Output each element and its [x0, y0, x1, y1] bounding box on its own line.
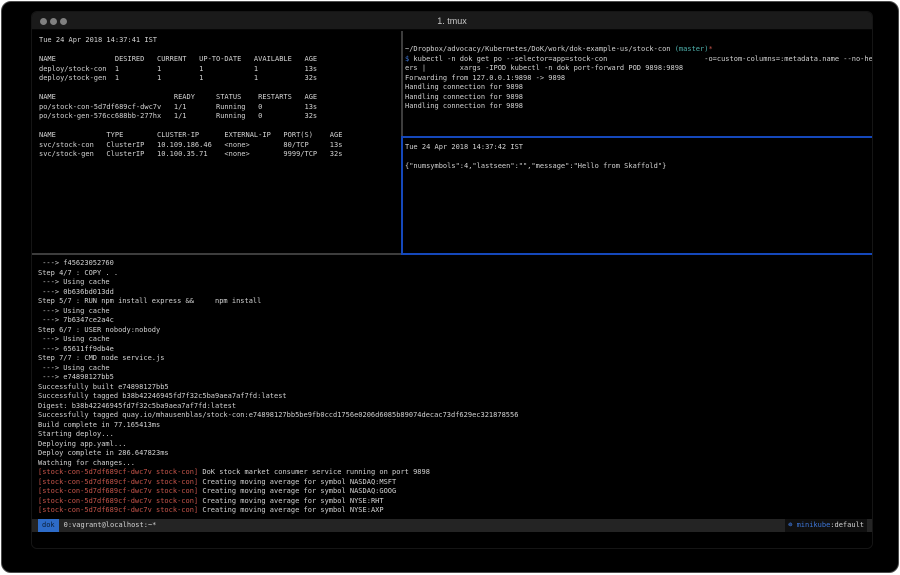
terminal-line: Successfully built e74898127bb5 [38, 383, 872, 393]
terminal-line: ---> Using cache [38, 364, 872, 374]
terminal-line: ---> Using cache [38, 278, 872, 288]
terminal-line: NAME TYPE CLUSTER-IP EXTERNAL-IP PORT(S)… [39, 131, 401, 141]
kube-namespace-label: :default [830, 521, 864, 529]
terminal-line: [stock-con-5d7df689cf-dwc7v stock-con] D… [38, 468, 872, 478]
terminal-line: [stock-con-5d7df689cf-dwc7v stock-con] C… [38, 506, 872, 516]
terminal-line: Step 5/7 : RUN npm install express && np… [38, 297, 872, 307]
pane-border-horizontal-inactive [32, 253, 401, 255]
pane-skaffold-build-log[interactable]: ---> f45623052760Step 4/7 : COPY . . ---… [32, 255, 872, 518]
screenshot-frame: 1. tmux Tue 24 Apr 2018 14:37:41 IST NAME… [1, 1, 899, 573]
terminal-line: svc/stock-con ClusterIP 10.109.186.46 <n… [39, 141, 401, 151]
terminal-line: po/stock-gen-576cc688bb-277hx 1/1 Runnin… [39, 112, 401, 122]
terminal-line: [stock-con-5d7df689cf-dwc7v stock-con] C… [38, 497, 872, 507]
terminal-line: Build complete in 77.165413ms [38, 421, 872, 431]
terminal-line: Step 6/7 : USER nobody:nobody [38, 326, 872, 336]
pane-border-horizontal-active-bottom [401, 253, 872, 255]
tmux-terminal: Tue 24 Apr 2018 14:37:41 IST NAME DESIRED… [32, 31, 872, 548]
terminal-line [39, 122, 401, 132]
terminal-line: Successfully tagged b38b42246945fd7f32c5… [38, 392, 872, 402]
pane-kubectl-resources[interactable]: Tue 24 Apr 2018 14:37:41 IST NAME DESIRED… [32, 31, 401, 253]
pane-border-horizontal-active-top [403, 136, 872, 138]
tmux-window-item[interactable]: 0:vagrant@localhost:~* [64, 519, 157, 532]
pane-border-vertical-active [401, 136, 403, 255]
terminal-line: {"numsymbols":4,"lastseen":"","message":… [405, 162, 872, 172]
terminal-line: svc/stock-gen ClusterIP 10.100.35.71 <no… [39, 150, 401, 160]
terminal-line: Watching for changes... [38, 459, 872, 469]
terminal-line: ---> Using cache [38, 335, 872, 345]
terminal-line: $ kubectl -n dok get po --selector=app=s… [405, 55, 872, 65]
terminal-line: ~/Dropbox/advocacy/Kubernetes/DoK/work/d… [405, 45, 872, 55]
terminal-line: po/stock-con-5d7df689cf-dwc7v 1/1 Runnin… [39, 103, 401, 113]
terminal-line: ---> Using cache [38, 307, 872, 317]
pane-service-response[interactable]: Tue 24 Apr 2018 14:37:42 IST {"numsymbols… [403, 138, 872, 253]
terminal-line: NAME DESIRED CURRENT UP-TO-DATE AVAILABL… [39, 55, 401, 65]
kubernetes-icon: ☸ [788, 521, 796, 529]
terminal-line: Tue 24 Apr 2018 14:37:42 IST [405, 143, 872, 153]
terminal-line: ---> 7b6347ce2a4c [38, 316, 872, 326]
terminal-line [405, 153, 872, 163]
terminal-line: [stock-con-5d7df689cf-dwc7v stock-con] C… [38, 487, 872, 497]
terminal-line [39, 84, 401, 94]
terminal-line: Handling connection for 9898 [405, 83, 872, 93]
kube-context-label: minikube [797, 521, 831, 529]
pane-port-forward[interactable]: ~/Dropbox/advocacy/Kubernetes/DoK/work/d… [403, 31, 872, 136]
terminal-line: Step 7/7 : CMD node service.js [38, 354, 872, 364]
tmux-status-bar: dok 0:vagrant@localhost:~* ☸ minikube:de… [32, 519, 872, 532]
terminal-line: Handling connection for 9898 [405, 102, 872, 112]
terminal-line: ers | xargs -IPOD kubectl -n dok port-fo… [405, 64, 872, 74]
terminal-line: ---> f45623052760 [38, 259, 872, 269]
terminal-line: deploy/stock-con 1 1 1 1 13s [39, 65, 401, 75]
terminal-line: Tue 24 Apr 2018 14:37:41 IST [39, 36, 401, 46]
terminal-line: Deploy complete in 286.647823ms [38, 449, 872, 459]
pane-border-vertical-inactive [401, 31, 403, 136]
terminal-line: Digest: b38b42246945fd7f32c5ba9aea7af7fd… [38, 402, 872, 412]
terminal-line: Starting deploy... [38, 430, 872, 440]
terminal-line [39, 46, 401, 56]
terminal-line: Step 4/7 : COPY . . [38, 269, 872, 279]
terminal-line: [stock-con-5d7df689cf-dwc7v stock-con] C… [38, 478, 872, 488]
terminal-line: deploy/stock-gen 1 1 1 1 32s [39, 74, 401, 84]
tmux-session-badge[interactable]: dok [38, 519, 59, 532]
terminal-line: NAME READY STATUS RESTARTS AGE [39, 93, 401, 103]
window-titlebar[interactable]: 1. tmux [32, 12, 872, 30]
terminal-line: ---> 0b636bd013dd [38, 288, 872, 298]
terminal-line: ---> 65611ff9db4e [38, 345, 872, 355]
terminal-line: Successfully tagged quay.io/mhausenblas/… [38, 411, 872, 421]
terminal-line: Handling connection for 9898 [405, 93, 872, 103]
window-title: 1. tmux [32, 12, 872, 30]
terminal-line: Deploying app.yaml... [38, 440, 872, 450]
tmux-status-right: ☸ minikube:default [785, 519, 867, 532]
terminal-line: Forwarding from 127.0.0.1:9898 -> 9898 [405, 74, 872, 84]
terminal-window: 1. tmux Tue 24 Apr 2018 14:37:41 IST NAME… [32, 12, 872, 548]
terminal-line: ---> e74898127bb5 [38, 373, 872, 383]
